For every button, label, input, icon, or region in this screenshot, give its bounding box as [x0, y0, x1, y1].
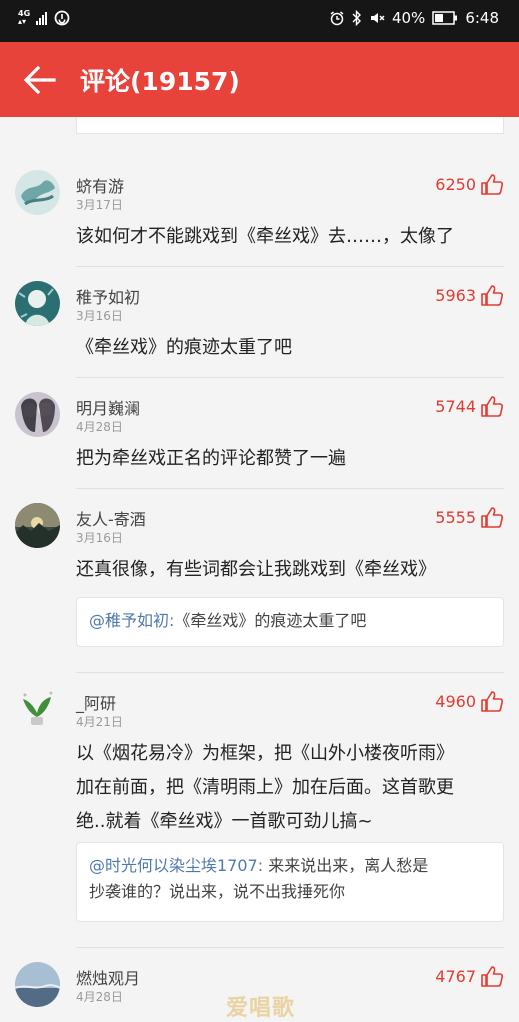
- battery-percent: 40%: [391, 9, 426, 27]
- comment-author[interactable]: 稚予如初: [76, 284, 140, 308]
- like-count: 5744: [435, 396, 476, 416]
- comment-author[interactable]: _阿研: [76, 690, 116, 714]
- reply-quote[interactable]: @时光何以染尘埃1707: 来来说出来，离人愁是 抄袭谁的？说出来，说不出我捶死…: [76, 842, 504, 922]
- mute-icon: [370, 13, 385, 23]
- reply-line: 抄袭谁的？说出来，说不出我捶死你: [89, 882, 346, 901]
- comment-author[interactable]: 明月巍澜: [76, 395, 140, 419]
- comment-text: 该如何才不能跳戏到《牵丝戏》去……，太像了: [76, 220, 506, 254]
- thumbs-up-icon: [481, 966, 504, 987]
- like-button[interactable]: 6250: [435, 173, 504, 195]
- comment-line: 绝..就着《牵丝戏》一首歌可劲儿搞~: [76, 811, 373, 832]
- comment-line: 还真很像，有些词都会让我跳戏到《牵丝戏》: [76, 559, 436, 580]
- like-button[interactable]: 4767: [435, 965, 504, 987]
- comment-text: 《牵丝戏》的痕迹太重了吧: [76, 331, 506, 365]
- thumbs-up-icon: [481, 396, 504, 417]
- comment-author[interactable]: 蛴有游: [76, 173, 124, 197]
- comment-line: 加在前面，把《清明雨上》加在后面。这首歌更: [76, 777, 454, 798]
- reply-text: 来来说出来，离人愁是: [263, 856, 429, 875]
- reply-mention[interactable]: @时光何以染尘埃1707:: [89, 856, 263, 875]
- like-count: 6250: [435, 174, 476, 194]
- reply-text: 《牵丝戏》的痕迹太重了吧: [174, 611, 367, 630]
- like-count: 5555: [435, 507, 476, 527]
- like-button[interactable]: 5555: [435, 506, 504, 528]
- like-button[interactable]: 4960: [435, 690, 504, 712]
- thumbs-up-icon: [481, 174, 504, 195]
- reply-quote[interactable]: @稚予如初:《牵丝戏》的痕迹太重了吧: [76, 597, 504, 647]
- comment-date: 3月16日: [76, 531, 123, 545]
- like-count: 4767: [435, 966, 476, 986]
- divider: [76, 672, 504, 673]
- reply-mention[interactable]: @稚予如初:: [89, 611, 174, 630]
- reply-quote-partial: [76, 117, 504, 134]
- avatar[interactable]: [15, 170, 60, 215]
- avatar[interactable]: [15, 962, 60, 1007]
- alarm-icon: [330, 11, 344, 26]
- divider: [76, 947, 504, 948]
- like-count: 4960: [435, 691, 476, 711]
- comment-line: 该如何才不能跳戏到《牵丝戏》去……，太像了: [76, 226, 454, 247]
- avatar[interactable]: [15, 392, 60, 437]
- thumbs-up-icon: [481, 691, 504, 712]
- bluetooth-icon: [352, 10, 361, 26]
- comment-line: 以《烟花易冷》为框架，把《山外小楼夜听雨》: [76, 743, 454, 764]
- arrow-left-icon: [23, 65, 56, 95]
- divider: [76, 488, 504, 489]
- reply-line: @时光何以染尘埃1707: 来来说出来，离人愁是: [89, 853, 491, 879]
- signal-bars-icon: [36, 12, 48, 25]
- like-button[interactable]: 5744: [435, 395, 504, 417]
- comment-line: 《牵丝戏》的痕迹太重了吧: [76, 337, 292, 358]
- comment-date: 4月28日: [76, 420, 123, 434]
- comment-text: 把为牵丝戏正名的评论都赞了一遍: [76, 442, 506, 476]
- clock: 6:48: [465, 9, 499, 27]
- comment-date: 3月16日: [76, 309, 123, 323]
- comment-line: 把为牵丝戏正名的评论都赞了一遍: [76, 448, 346, 469]
- divider: [76, 377, 504, 378]
- thumbs-up-icon: [481, 285, 504, 306]
- avatar[interactable]: [15, 503, 60, 548]
- avatar[interactable]: [15, 281, 60, 326]
- divider: [76, 266, 504, 267]
- comment-author[interactable]: 燃烛观月: [76, 965, 140, 989]
- back-button[interactable]: [18, 60, 62, 100]
- comment-text: 还真很像，有些词都会让我跳戏到《牵丝戏》: [76, 553, 506, 587]
- like-button[interactable]: 5963: [435, 284, 504, 306]
- like-count: 5963: [435, 285, 476, 305]
- thumbs-up-icon: [481, 507, 504, 528]
- app-header: 评论(19157): [0, 42, 519, 117]
- page-title: 评论(19157): [80, 67, 240, 96]
- comment-date: 4月21日: [76, 715, 123, 729]
- watermark: 爱唱歌: [226, 996, 296, 1021]
- comment-date: 3月17日: [76, 198, 123, 212]
- app-notification-icon: [54, 10, 70, 26]
- signal-indicator: 4G ▴▾: [18, 9, 31, 26]
- status-bar: 4G ▴▾ 40% 6:48: [0, 0, 519, 42]
- comment-author[interactable]: 友人-寄酒: [76, 506, 146, 530]
- avatar[interactable]: [15, 687, 60, 732]
- battery-icon: [432, 11, 458, 25]
- comment-date: 4月28日: [76, 990, 123, 1004]
- comment-text: 以《烟花易冷》为框架，把《山外小楼夜听雨》 加在前面，把《清明雨上》加在后面。这…: [76, 737, 506, 839]
